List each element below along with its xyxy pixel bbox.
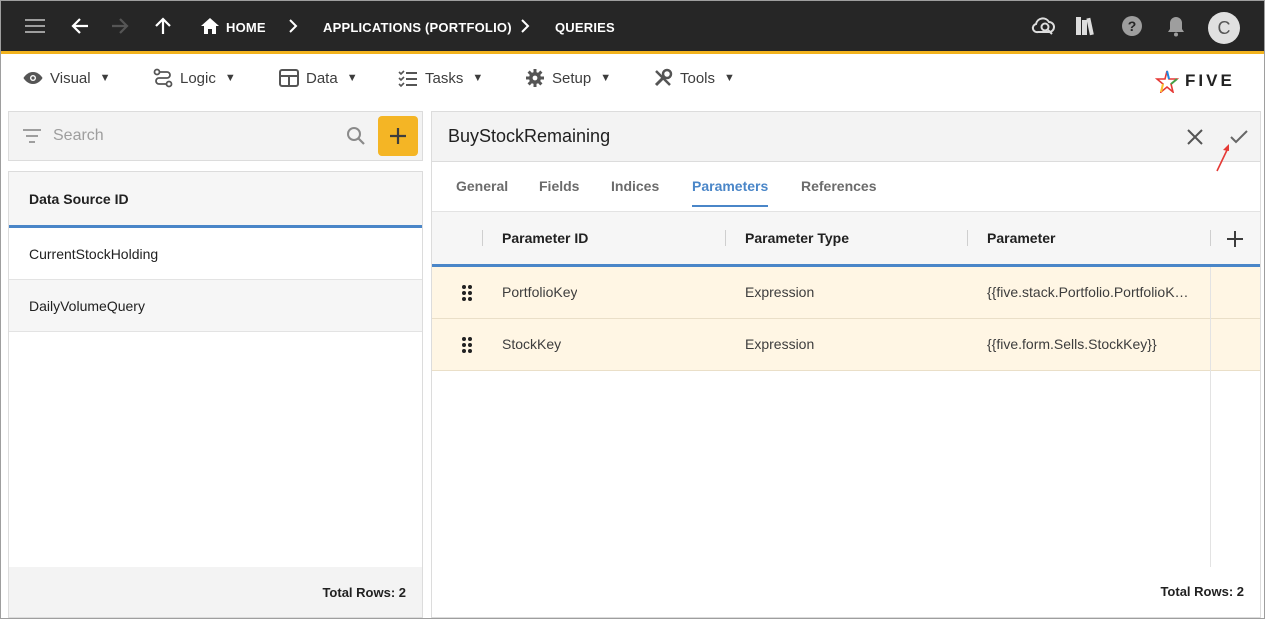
close-icon	[1187, 129, 1203, 145]
menu-logic-label: Logic	[180, 69, 216, 87]
chevron-right-icon	[280, 13, 306, 39]
caret-down-icon: ▼	[600, 72, 612, 84]
right-total-rows: Total Rows: 2	[1160, 584, 1244, 599]
cell-parameter-id: PortfolioKey	[502, 284, 578, 300]
menu-setup[interactable]: Setup ▼	[525, 63, 611, 93]
column-separator	[967, 230, 968, 246]
up-arrow-icon[interactable]	[150, 13, 176, 39]
menu-bar: Visual ▼ Logic ▼ Data ▼ Tasks ▼ Setup ▼ Tools…	[1, 57, 1264, 107]
gear-icon	[526, 69, 544, 87]
tab-references[interactable]: References	[801, 178, 877, 205]
cell-parameter: {{five.form.Sells.StockKey}}	[987, 336, 1157, 352]
notification-bell-icon[interactable]	[1163, 13, 1189, 39]
menu-visual[interactable]: Visual ▼	[23, 63, 110, 93]
form-header: BuyStockRemaining	[432, 112, 1260, 162]
caret-down-icon: ▼	[724, 72, 735, 84]
tab-parameters[interactable]: Parameters	[692, 178, 769, 207]
home-icon[interactable]	[197, 13, 223, 39]
cloud-search-icon[interactable]	[1031, 13, 1057, 39]
drag-handle-icon[interactable]	[461, 336, 473, 354]
user-avatar[interactable]: C	[1208, 12, 1240, 44]
data-source-list: Data Source ID CurrentStockHolding Daily…	[8, 171, 423, 618]
tab-indices[interactable]: Indices	[611, 178, 659, 205]
caret-down-icon: ▼	[224, 72, 236, 84]
filter-icon[interactable]	[23, 129, 41, 143]
back-arrow-icon[interactable]	[67, 13, 93, 39]
menu-tools[interactable]: Tools ▼	[653, 63, 735, 93]
search-input[interactable]: Search	[53, 127, 104, 145]
table-row[interactable]: PortfolioKey Expression {{five.stack.Por…	[432, 267, 1260, 319]
menu-data[interactable]: Data ▼	[279, 63, 358, 93]
add-record-button[interactable]	[378, 116, 418, 156]
add-parameter-icon[interactable]	[1227, 231, 1243, 247]
grid-column-divider	[1210, 267, 1211, 567]
breadcrumb-applications[interactable]: APPLICATIONS (PORTFOLIO)	[323, 20, 512, 35]
top-bar: HOME APPLICATIONS (PORTFOLIO) QUERIES ? …	[1, 1, 1264, 54]
brand-logo: FIVE	[1155, 69, 1235, 93]
annotation-arrow-icon	[1216, 144, 1229, 172]
column-parameter-id[interactable]: Parameter ID	[502, 230, 588, 246]
column-parameter[interactable]: Parameter	[987, 230, 1056, 246]
table-row[interactable]: StockKey Expression {{five.form.Sells.St…	[432, 319, 1260, 371]
form-panel: BuyStockRemaining General Fields Indices…	[431, 111, 1261, 618]
tab-fields[interactable]: Fields	[539, 178, 579, 205]
cell-parameter: {{five.stack.Portfolio.PortfolioK…	[987, 284, 1189, 300]
logic-flow-icon	[153, 68, 173, 88]
svg-text:?: ?	[1128, 18, 1137, 34]
close-button[interactable]	[1183, 125, 1207, 149]
parameters-grid-header: Parameter ID Parameter Type Parameter	[432, 211, 1260, 267]
brand-name: FIVE	[1185, 71, 1235, 90]
eye-icon	[23, 72, 43, 84]
search-icon[interactable]	[346, 126, 366, 146]
list-item[interactable]: CurrentStockHolding	[9, 228, 422, 280]
menu-visual-label: Visual	[50, 69, 91, 87]
drag-handle-icon[interactable]	[461, 284, 473, 302]
help-icon[interactable]: ?	[1119, 13, 1145, 39]
form-title: BuyStockRemaining	[448, 126, 611, 146]
tab-general[interactable]: General	[456, 178, 508, 205]
caret-down-icon: ▼	[99, 72, 111, 84]
chevron-right-icon	[512, 13, 538, 39]
checklist-icon	[398, 70, 417, 87]
list-header[interactable]: Data Source ID	[9, 172, 422, 228]
form-tabs: General Fields Indices Parameters Refere…	[432, 162, 1260, 211]
menu-setup-label: Setup	[552, 69, 592, 87]
menu-data-label: Data	[306, 69, 338, 87]
forward-arrow-icon[interactable]	[107, 13, 133, 39]
cell-parameter-id: StockKey	[502, 336, 562, 352]
breadcrumb-queries[interactable]: QUERIES	[555, 20, 615, 35]
column-separator	[1210, 230, 1211, 246]
menu-tools-label: Tools	[680, 69, 716, 87]
breadcrumb-home[interactable]: HOME	[226, 20, 266, 35]
cell-parameter-type: Expression	[745, 284, 815, 300]
search-bar: Search	[8, 111, 423, 161]
caret-down-icon: ▼	[346, 72, 358, 84]
table-icon	[279, 69, 299, 87]
library-books-icon[interactable]	[1073, 13, 1099, 39]
column-separator	[725, 230, 726, 246]
cell-parameter-type: Expression	[745, 336, 815, 352]
tools-icon	[654, 68, 673, 87]
menu-tasks-label: Tasks	[425, 69, 464, 87]
left-total-rows: Total Rows: 2	[9, 567, 422, 617]
five-logo-icon	[1155, 70, 1179, 93]
menu-logic[interactable]: Logic ▼	[153, 63, 236, 93]
hamburger-menu-icon[interactable]	[23, 13, 49, 39]
column-parameter-type[interactable]: Parameter Type	[745, 230, 849, 246]
list-item[interactable]: DailyVolumeQuery	[9, 280, 422, 332]
menu-tasks[interactable]: Tasks ▼	[398, 63, 483, 93]
column-separator	[482, 230, 483, 246]
plus-icon	[390, 128, 406, 144]
caret-down-icon: ▼	[472, 72, 484, 84]
